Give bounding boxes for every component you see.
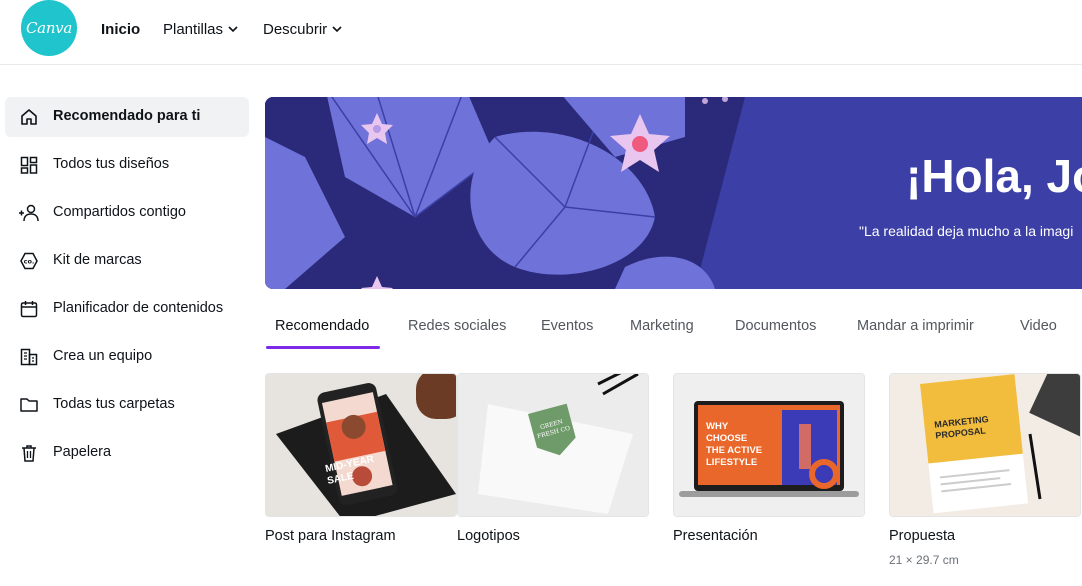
sidebar-item-label: Todos tus diseños — [53, 156, 170, 172]
card-title[interactable]: Propuesta — [889, 528, 955, 544]
nav-home[interactable]: Inicio — [101, 18, 140, 40]
home-icon — [18, 107, 40, 127]
sidebar-item-label: Kit de marcas — [53, 252, 142, 268]
card-thumbnail[interactable]: GREEN FRESH CO — [457, 373, 649, 517]
template-card-presentation[interactable]: WHY CHOOSE THE ACTIVE LIFESTYLE Presenta… — [673, 373, 865, 544]
card-title[interactable]: Logotipos — [457, 528, 520, 544]
banner-quote: "La realidad deja mucho a la imagi — [859, 223, 1074, 239]
sidebar-item-team[interactable]: Crea un equipo — [5, 337, 249, 377]
template-card-logos[interactable]: GREEN FRESH CO Logotipos — [457, 373, 649, 544]
sidebar-item-shared[interactable]: Compartidos contigo — [5, 193, 249, 233]
sidebar-item-label: Compartidos contigo — [53, 204, 186, 220]
sidebar-item-label: Planificador de contenidos — [53, 300, 224, 316]
tab-marketing[interactable]: Marketing — [630, 318, 694, 334]
brand-kit-icon: co. — [18, 251, 40, 271]
logo-text: Canva — [26, 19, 72, 37]
card-title[interactable]: Post para Instagram — [265, 528, 396, 544]
card-thumbnail[interactable]: MID-YEAR SALE — [265, 373, 457, 517]
banner-title: ¡Hola, Jo — [906, 150, 1082, 202]
canva-logo[interactable]: Canva — [21, 0, 77, 56]
svg-text:WHY: WHY — [706, 421, 729, 432]
sidebar-item-all-designs[interactable]: Todos tus diseños — [5, 145, 249, 185]
sidebar-item-label: Todas tus carpetas — [53, 396, 175, 412]
sidebar-item-brand-kit[interactable]: co. Kit de marcas — [5, 241, 249, 281]
nav-discover-label: Descubrir — [263, 20, 328, 38]
building-icon — [18, 347, 40, 367]
card-title[interactable]: Presentación — [673, 528, 758, 544]
nav-home-label: Inicio — [101, 20, 141, 38]
tab-recommended[interactable]: Recomendado — [275, 318, 369, 334]
svg-text:CHOOSE: CHOOSE — [706, 433, 747, 444]
tab-video[interactable]: Video — [1020, 318, 1057, 334]
chevron-down-icon — [228, 26, 238, 33]
grid-icon — [18, 155, 40, 175]
category-tabs: Recomendado Redes sociales Eventos Marke… — [265, 310, 1082, 350]
card-thumbnail[interactable]: WHY CHOOSE THE ACTIVE LIFESTYLE — [673, 373, 865, 517]
card-thumbnail[interactable]: MARKETING PROPOSAL — [889, 373, 1081, 517]
sidebar-item-trash[interactable]: Papelera — [5, 433, 249, 473]
sidebar-item-label: Papelera — [53, 444, 112, 460]
sidebar-item-label: Crea un equipo — [53, 348, 153, 364]
trash-icon — [18, 443, 40, 463]
card-dimensions: 21 × 29.7 cm — [889, 553, 959, 567]
sidebar-item-planner[interactable]: Planificador de contenidos — [5, 289, 249, 329]
tab-social-media[interactable]: Redes sociales — [408, 318, 506, 334]
folder-icon — [18, 395, 40, 415]
nav-discover[interactable]: Descubrir — [263, 18, 342, 40]
svg-text:THE ACTIVE: THE ACTIVE — [706, 445, 762, 456]
tab-print[interactable]: Mandar a imprimir — [857, 318, 974, 334]
welcome-banner: ¡Hola, Jo "La realidad deja mucho a la i… — [265, 97, 1082, 289]
nav-templates[interactable]: Plantillas — [163, 18, 238, 40]
tab-documents[interactable]: Documentos — [735, 318, 816, 334]
sidebar-item-recommended[interactable]: Recomendado para ti — [5, 97, 249, 137]
svg-text:LIFESTYLE: LIFESTYLE — [706, 457, 757, 468]
sidebar: Recomendado para ti Todos tus diseños Co… — [5, 97, 249, 481]
tab-events[interactable]: Eventos — [541, 318, 593, 334]
template-card-instagram[interactable]: MID-YEAR SALE Post para Instagram — [265, 373, 457, 544]
active-tab-indicator — [266, 346, 380, 349]
calendar-icon — [18, 299, 40, 319]
chevron-down-icon — [332, 26, 342, 33]
template-card-proposal[interactable]: MARKETING PROPOSAL Propuesta 21 × 29.7 c… — [889, 373, 1081, 567]
nav-templates-label: Plantillas — [163, 20, 224, 38]
shared-users-icon — [18, 203, 40, 223]
top-bar: Canva Inicio Plantillas Descubrir — [0, 0, 1082, 65]
sidebar-item-folders[interactable]: Todas tus carpetas — [5, 385, 249, 425]
sidebar-item-label: Recomendado para ti — [53, 108, 201, 124]
svg-text:co.: co. — [24, 258, 35, 266]
